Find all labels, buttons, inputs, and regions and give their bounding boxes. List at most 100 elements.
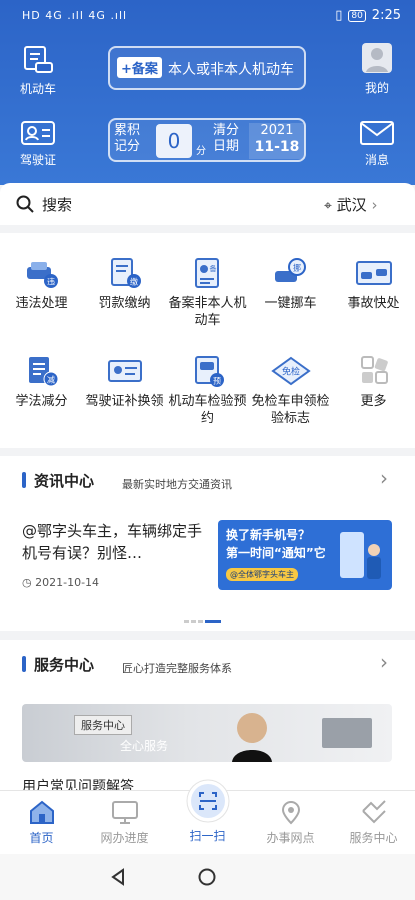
mine-button[interactable]: 我的	[347, 42, 407, 96]
record-text: 本人或非本人机动车	[168, 62, 294, 78]
record-form-icon: 备	[194, 258, 219, 288]
map-pin-icon	[281, 801, 300, 825]
service-item-more[interactable]: 更多	[332, 355, 415, 410]
banner-line-2: 第一时间“通知”它	[226, 546, 326, 560]
mine-label: 我的	[364, 81, 389, 95]
nav-progress[interactable]: 网办进度	[83, 799, 166, 846]
handshake-icon	[361, 800, 386, 824]
clear-date-box: 2021 11-18	[249, 123, 305, 159]
city-selector[interactable]: ⌖ 武汉 ›	[324, 194, 377, 215]
service-label: 学法减分	[15, 394, 68, 409]
message-button[interactable]: 消息	[347, 120, 407, 168]
license-card-icon	[107, 360, 142, 382]
service-item-inspection[interactable]: 预 机动车检验预约	[166, 355, 249, 427]
article-date-row: ◷ 2021-10-14	[22, 576, 202, 589]
news-title: 资讯中心	[34, 472, 95, 490]
banner-line-1: 换了新手机号？	[226, 528, 311, 542]
chevron-right-icon: ›	[371, 196, 378, 214]
search-bar[interactable]: 搜索 ⌖ 武汉 ›	[0, 183, 415, 225]
inspection-icon: 预	[194, 356, 224, 387]
news-article[interactable]: @鄂字头车主，车辆绑定手机号有误？别怪… ◷ 2021-10-14	[22, 520, 202, 589]
home-icon	[29, 800, 54, 824]
svg-text:免检: 免检	[281, 366, 299, 378]
vehicle-button[interactable]: 机动车	[8, 45, 68, 97]
service-label: 驾驶证补换领	[85, 394, 164, 409]
agent-illustration	[232, 713, 372, 762]
service-label: 事故快处	[347, 296, 400, 311]
service-label: 一键挪车	[264, 296, 317, 311]
svg-text:挪: 挪	[293, 263, 301, 273]
service-center-title: 服务中心	[34, 656, 95, 674]
car-document-icon	[24, 46, 53, 73]
service-label: 更多	[360, 394, 387, 409]
svg-text:备: 备	[209, 264, 216, 273]
service-center-section: 服务中心 匠心打造完整服务体系 › 服务中心 全心服务 用户常见问题解答	[0, 640, 415, 795]
avatar-icon	[362, 43, 392, 73]
search-label: 搜索	[42, 196, 73, 214]
move-car-icon: 挪	[274, 258, 306, 282]
svg-text:违: 违	[47, 278, 55, 287]
nav-label: 服务中心	[349, 831, 398, 845]
svg-text:减: 减	[47, 375, 55, 385]
scan-icon	[186, 779, 229, 823]
record-tag: +备案	[117, 57, 162, 78]
clock: 2:25	[371, 8, 401, 23]
clear-date: 11-18	[254, 139, 300, 155]
service-item-record[interactable]: 备 备案非本人机动车	[166, 257, 249, 329]
banner-service-text: 全心服务	[120, 739, 169, 753]
service-label: 机动车检验预约	[168, 394, 247, 426]
news-subtitle: 最新实时地方交通资讯	[122, 478, 232, 491]
home-circle-icon[interactable]	[198, 868, 216, 886]
carousel-dots	[184, 608, 232, 623]
back-icon[interactable]	[110, 868, 126, 886]
points-card[interactable]: 累积记分 0 分 清分日期 2021 11-18	[108, 118, 306, 162]
accident-cars-icon	[355, 261, 392, 285]
record-card[interactable]: +备案 本人或非本人机动车	[108, 46, 306, 90]
location-icon: ⌖	[324, 198, 332, 214]
status-right: ▯ 80 2:25	[335, 8, 401, 23]
service-item-fine[interactable]: 缴 罚款缴纳	[83, 257, 166, 312]
chevron-right-icon[interactable]: ›	[380, 650, 388, 674]
service-label: 免检车申领检验标志	[251, 394, 330, 426]
service-label: 罚款缴纳	[98, 296, 151, 311]
service-item-accident[interactable]: 事故快处	[332, 257, 415, 312]
service-item-exempt[interactable]: 免检 免检车申领检验标志	[249, 355, 332, 427]
clock-icon: ◷	[22, 576, 32, 589]
monitor-icon	[111, 801, 138, 824]
service-center-banner[interactable]: 服务中心 全心服务	[22, 704, 392, 762]
nav-service-center[interactable]: 服务中心	[332, 799, 415, 846]
bottom-nav: 首页 网办进度 扫一扫 办事网点 服务中心	[0, 779, 415, 854]
chevron-right-icon[interactable]: ›	[380, 466, 388, 490]
header: HD 4G .ıll 4G .ıll ▯ 80 2:25 机动车 我的 驾驶证 消息…	[0, 0, 415, 185]
system-nav-bar	[0, 854, 415, 900]
service-item-violation[interactable]: 违 违法处理	[0, 257, 83, 312]
service-item-study[interactable]: 减 学法减分	[0, 355, 83, 410]
mail-icon	[360, 121, 394, 145]
clear-label: 清分日期	[213, 123, 240, 154]
news-section: 资讯中心 最新实时地方交通资讯 › @鄂字头车主，车辆绑定手机号有误？别怪… ◷…	[0, 456, 415, 631]
city-name: 武汉	[336, 196, 367, 214]
nav-home[interactable]: 首页	[0, 799, 83, 846]
points-unit: 分	[196, 146, 206, 157]
license-button[interactable]: 驾驶证	[8, 120, 68, 168]
message-label: 消息	[364, 153, 389, 167]
nav-scan[interactable]: 扫一扫	[166, 779, 249, 844]
nav-label: 扫一扫	[189, 829, 226, 843]
svg-text:缴: 缴	[130, 277, 138, 287]
nav-offices[interactable]: 办事网点	[249, 799, 332, 846]
license-label: 驾驶证	[19, 153, 56, 167]
service-item-license-renew[interactable]: 驾驶证补换领	[83, 355, 166, 410]
points-label: 累积记分	[114, 123, 141, 154]
section-bar	[22, 656, 26, 672]
banner-service-tag: 服务中心	[74, 715, 132, 735]
car-violation-icon: 违	[26, 262, 58, 288]
nav-label: 网办进度	[100, 831, 149, 845]
more-grid-icon	[360, 356, 388, 384]
service-center-subtitle: 匠心打造完整服务体系	[122, 662, 232, 675]
service-item-move-car[interactable]: 挪 一键挪车	[249, 257, 332, 312]
bill-pay-icon: 缴	[110, 258, 141, 288]
study-reduce-icon: 减	[28, 357, 58, 387]
battery-icon: 80	[348, 10, 366, 22]
news-banner[interactable]: 换了新手机号？ 第一时间“通知”它 @全体鄂字头车主	[218, 520, 392, 590]
service-label: 备案非本人机动车	[168, 296, 247, 328]
